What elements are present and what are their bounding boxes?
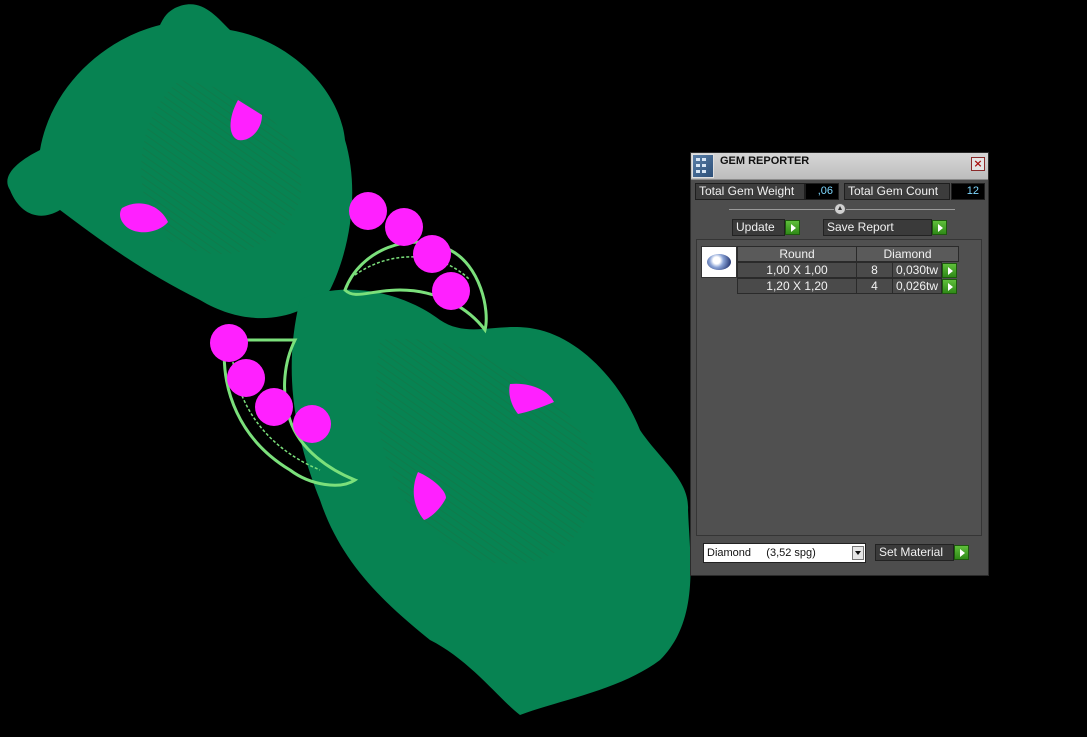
column-header-material: Diamond (856, 246, 959, 262)
row-count: 8 (856, 262, 893, 278)
close-icon[interactable]: × (971, 157, 985, 171)
gem-round[interactable] (255, 388, 293, 426)
update-button-label: Update (736, 220, 775, 234)
round-gem-thumbnail[interactable] (701, 246, 737, 278)
gem-reporter-panel: GEM REPORTER × Total Gem Weight ,06 Tota… (690, 152, 989, 576)
gem-round[interactable] (385, 208, 423, 246)
set-material-button-label: Set Material (879, 545, 944, 559)
total-weight-label: Total Gem Weight (695, 183, 805, 200)
save-report-button-label: Save Report (827, 220, 894, 234)
gem-round[interactable] (293, 405, 331, 443)
row-size: 1,00 X 1,00 (737, 262, 857, 278)
total-weight-value: ,06 (805, 183, 839, 200)
panel-slider-knob[interactable] (834, 203, 846, 215)
gem-round[interactable] (432, 272, 470, 310)
save-report-go-icon[interactable] (932, 220, 947, 235)
row-count: 4 (856, 278, 893, 294)
set-material-button[interactable]: Set Material (875, 544, 954, 561)
column-header-shape: Round (737, 246, 857, 262)
gem-round[interactable] (227, 359, 265, 397)
update-button[interactable]: Update (732, 219, 785, 236)
gem-round[interactable] (413, 235, 451, 273)
panel-title: GEM REPORTER (720, 155, 810, 167)
total-count-value: 12 (951, 183, 985, 200)
save-report-button[interactable]: Save Report (823, 219, 932, 236)
row-select-icon[interactable] (942, 263, 957, 278)
material-dropdown[interactable]: Diamond (3,52 spg) (703, 543, 866, 563)
row-size: 1,20 X 1,20 (737, 278, 857, 294)
row-select-icon[interactable] (942, 279, 957, 294)
panel-titlebar[interactable]: GEM REPORTER × (691, 153, 988, 180)
gem-list: Round Diamond 1,00 X 1,00 8 0,030tw 1,20… (696, 239, 982, 536)
chevron-down-icon[interactable] (852, 546, 864, 560)
total-count-label: Total Gem Count (844, 183, 950, 200)
gem-round[interactable] (210, 324, 248, 362)
set-material-go-icon[interactable] (954, 545, 969, 560)
ring-model[interactable] (7, 4, 691, 715)
material-value: Diamond (3,52 spg) (707, 547, 816, 559)
gem-reporter-icon (692, 154, 714, 178)
row-weight: 0,030tw (892, 262, 942, 278)
row-weight: 0,026tw (892, 278, 942, 294)
gem-round[interactable] (349, 192, 387, 230)
update-go-icon[interactable] (785, 220, 800, 235)
